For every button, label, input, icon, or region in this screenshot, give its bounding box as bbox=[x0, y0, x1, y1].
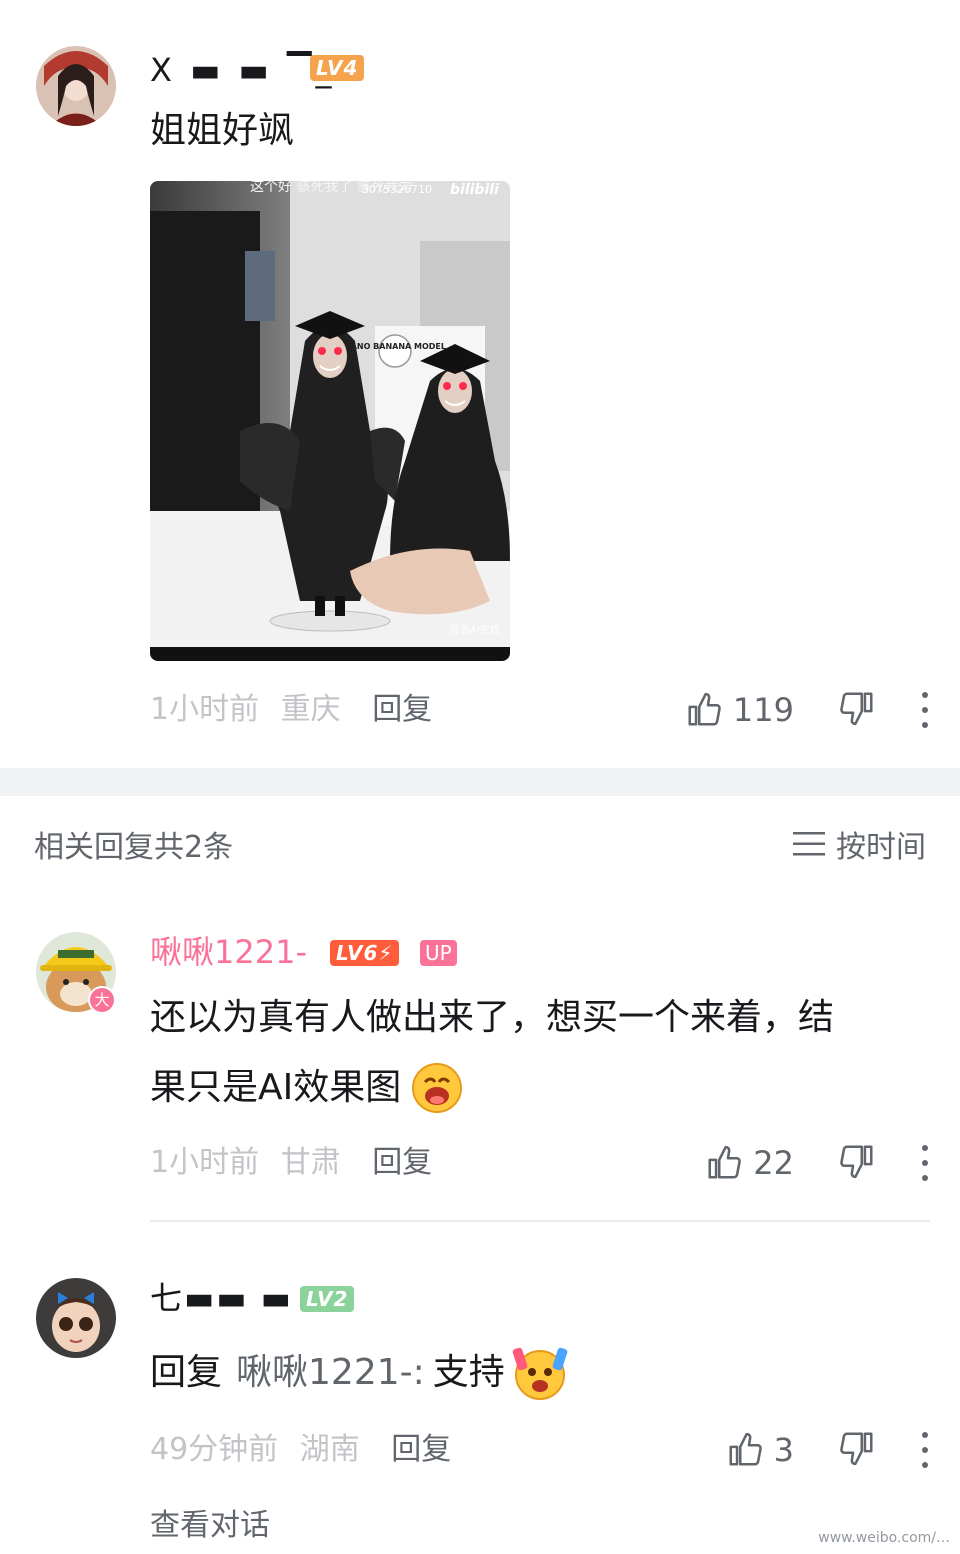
comment-meta: 1小时前 重庆 回复 bbox=[150, 690, 432, 730]
thumbs-down-icon bbox=[840, 1145, 873, 1179]
like-button[interactable]: 3 bbox=[726, 1431, 794, 1469]
reply-actions: 22 bbox=[705, 1143, 930, 1183]
avatar[interactable] bbox=[36, 1278, 116, 1358]
username[interactable]: X ▬ ▬ ▔_ bbox=[150, 50, 336, 90]
image-corner-label: 豆包AI生成 bbox=[450, 623, 500, 636]
thumbs-down-icon bbox=[840, 1432, 873, 1466]
more-options-icon[interactable] bbox=[920, 1432, 930, 1468]
reply-body: 支持 bbox=[432, 1352, 505, 1393]
comment-time: 1小时前 bbox=[150, 692, 260, 727]
reply-actions: 3 bbox=[726, 1430, 930, 1470]
like-count: 22 bbox=[753, 1144, 794, 1182]
crying-emoji-icon bbox=[412, 1063, 463, 1113]
reply-time: 49分钟前 bbox=[150, 1432, 279, 1467]
avatar[interactable] bbox=[36, 46, 116, 126]
comment-actions: 119 bbox=[685, 690, 930, 730]
more-options-icon[interactable] bbox=[920, 1145, 930, 1181]
box-label: NANO BANANA MODEL bbox=[344, 342, 446, 351]
reply-text: 回复 啾啾1221-: 支持 bbox=[150, 1338, 569, 1408]
reply-button[interactable]: 回复 bbox=[372, 692, 432, 727]
cartoon-girl-avatar-icon bbox=[36, 1278, 116, 1358]
like-count: 119 bbox=[732, 691, 794, 729]
reply-time: 1小时前 bbox=[150, 1145, 260, 1180]
up-badge: UP bbox=[420, 940, 457, 966]
more-options-icon[interactable] bbox=[920, 692, 930, 728]
thumbs-down-icon bbox=[840, 692, 873, 726]
comment-text: 姐姐好飒 bbox=[150, 110, 295, 151]
mention-link[interactable]: 啾啾1221-: bbox=[236, 1338, 425, 1408]
reply-divider bbox=[150, 1220, 930, 1222]
reply-button[interactable]: 回复 bbox=[372, 1145, 432, 1180]
bilibili-logo: bilibili bbox=[450, 182, 499, 198]
avatar-badge: 大 bbox=[88, 986, 116, 1014]
sort-button[interactable]: 按时间 bbox=[792, 822, 926, 866]
support-emoji-icon bbox=[512, 1347, 568, 1400]
reply-prefix: 回复 bbox=[150, 1352, 223, 1393]
graduation-figurines-image-icon: NANO BANANA MODEL 这个好 骇死我了 骇死我力 30753267… bbox=[150, 181, 510, 661]
reply-location: 甘肃 bbox=[280, 1145, 341, 1180]
level-badge: LV4 bbox=[310, 55, 365, 81]
section-divider bbox=[0, 768, 960, 796]
comment-image[interactable]: NANO BANANA MODEL 这个好 骇死我了 骇死我力 30753267… bbox=[150, 181, 510, 661]
dislike-button[interactable] bbox=[838, 689, 876, 731]
reply-text-line: 还以为真有人做出来了，想买一个来着，结 bbox=[150, 997, 835, 1038]
dislike-button[interactable] bbox=[838, 1429, 876, 1471]
reply-text-line: 果只是AI效果图 bbox=[150, 1053, 930, 1123]
thumbs-up-icon bbox=[729, 1432, 762, 1466]
like-button[interactable]: 119 bbox=[685, 691, 794, 729]
level-badge: LV2 bbox=[300, 1286, 355, 1312]
level-badge: LV6⚡ bbox=[330, 940, 400, 966]
thumbs-up-icon bbox=[688, 692, 721, 726]
like-count: 3 bbox=[773, 1431, 794, 1469]
dislike-button[interactable] bbox=[838, 1142, 876, 1184]
sort-label: 按时间 bbox=[836, 830, 926, 865]
replies-count-label: 相关回复共2条 bbox=[34, 830, 234, 865]
avatar-image-icon bbox=[36, 46, 116, 126]
reply-text: 还以为真有人做出来了，想买一个来着，结 果只是AI效果图 bbox=[150, 983, 930, 1123]
comment-location: 重庆 bbox=[280, 692, 341, 727]
menu-icon bbox=[793, 832, 825, 856]
like-button[interactable]: 22 bbox=[705, 1144, 794, 1182]
reply-meta: 1小时前 甘肃 回复 bbox=[150, 1143, 432, 1183]
reply-button[interactable]: 回复 bbox=[391, 1432, 451, 1467]
watermark: www.weibo.com/… bbox=[818, 1530, 950, 1546]
thumbs-up-icon bbox=[708, 1145, 742, 1179]
reply-meta: 49分钟前 湖南 回复 bbox=[150, 1430, 451, 1470]
reply-location: 湖南 bbox=[299, 1432, 360, 1467]
image-uid-text: 3075326710 bbox=[362, 183, 432, 196]
username[interactable]: 啾啾1221- bbox=[150, 932, 307, 972]
view-conversation-link[interactable]: 查看对话 bbox=[150, 1500, 270, 1544]
